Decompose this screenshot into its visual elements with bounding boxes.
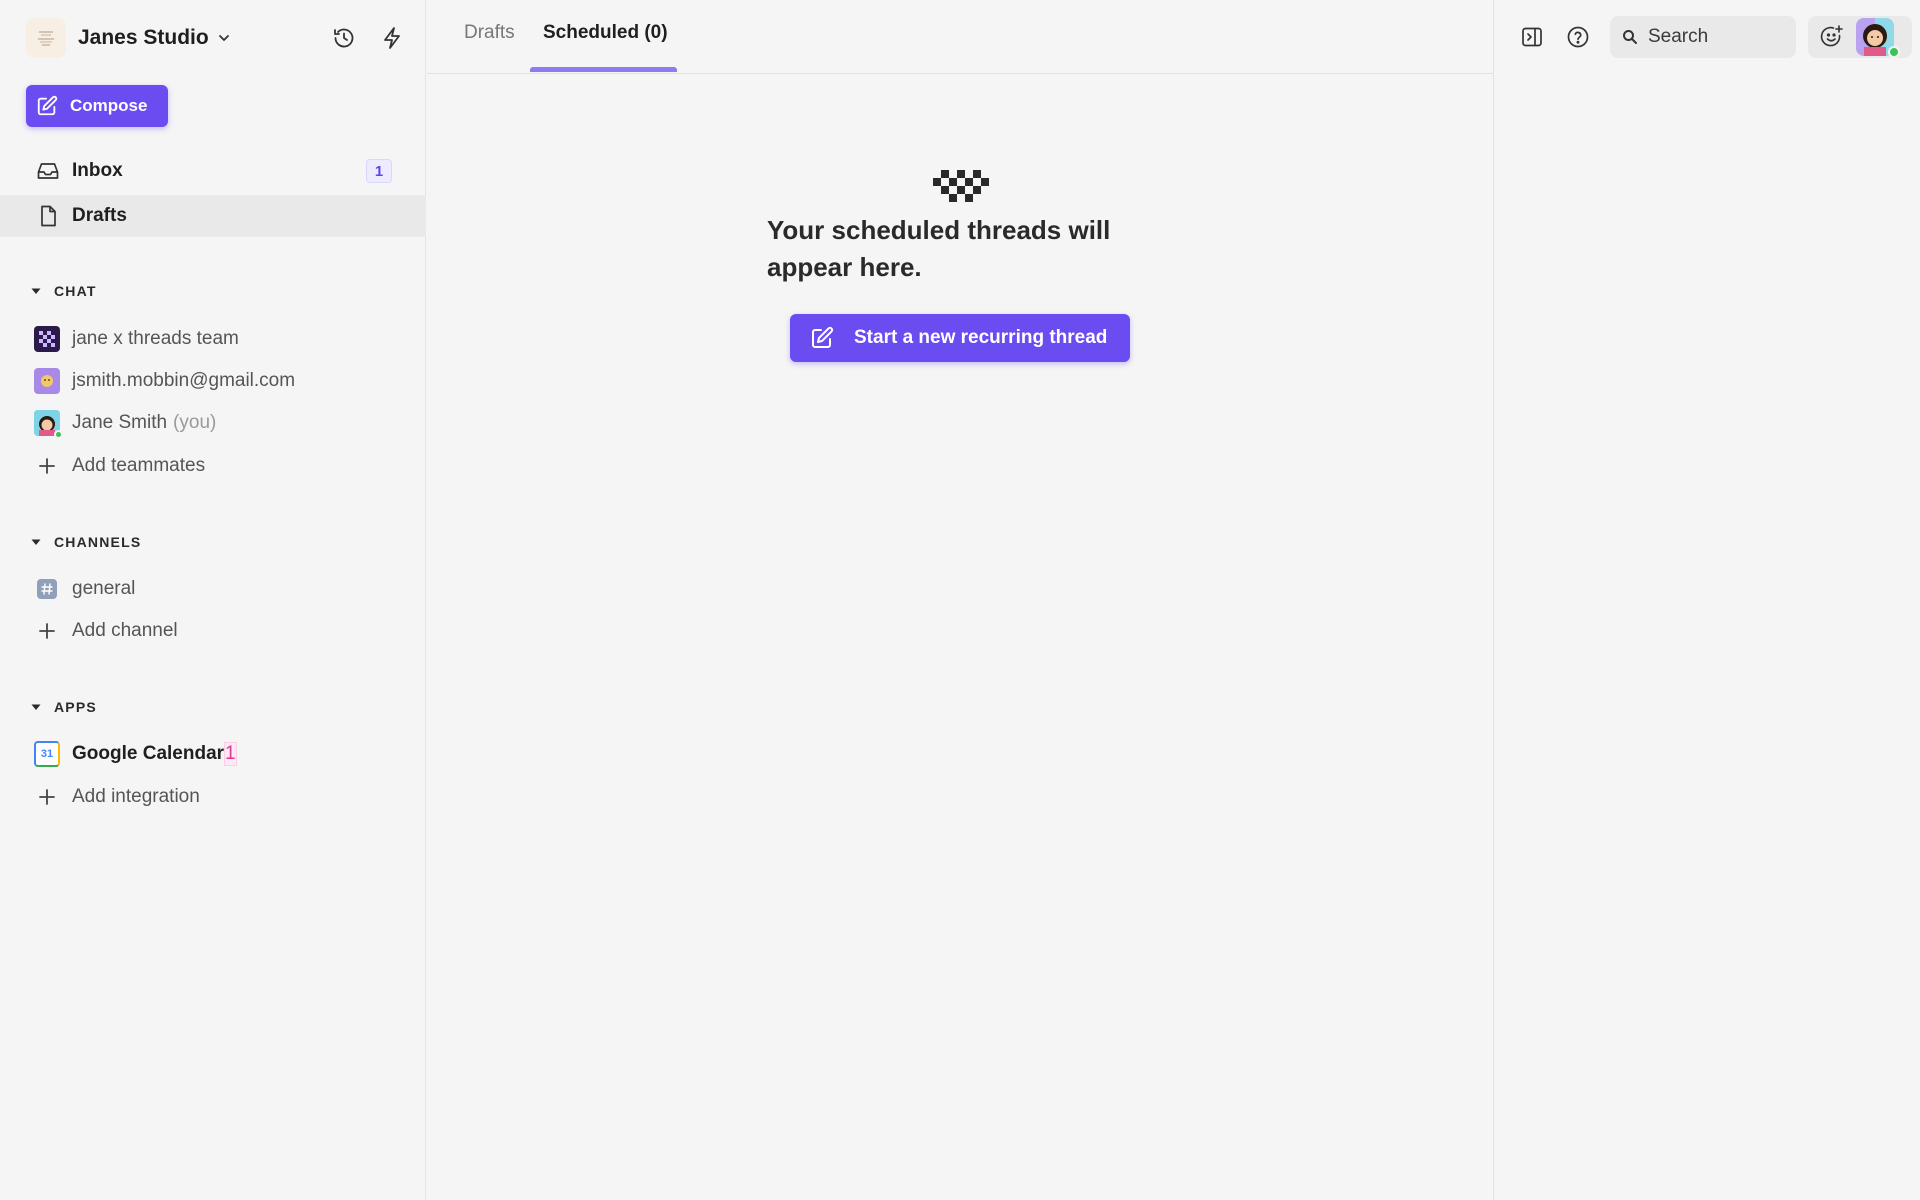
nav-item-inbox[interactable]: Inbox 1: [0, 150, 426, 192]
chat-item-label: jsmith.mobbin@gmail.com: [72, 370, 296, 391]
compose-label: Compose: [70, 96, 148, 115]
cta-label: Start a new recurring thread: [854, 327, 1108, 348]
compose-icon: [37, 95, 58, 116]
add-teammates-label: Add teammates: [72, 455, 206, 476]
tab-bar: Drafts Scheduled (0): [427, 0, 1493, 74]
search-input[interactable]: Search: [1610, 16, 1796, 58]
workspace-actions: [330, 24, 406, 52]
panel-toggle-icon[interactable]: [1518, 23, 1546, 51]
nav-label: Drafts: [72, 205, 127, 226]
channel-item-general[interactable]: general: [0, 570, 426, 608]
chevron-down-icon[interactable]: [217, 31, 231, 45]
chat-item-team[interactable]: jane x threads team: [0, 320, 426, 358]
plus-icon: [34, 453, 60, 479]
empty-state-title: Your scheduled threads will appear here.: [767, 215, 1111, 282]
sidebar: Janes Studio Compose Inbox 1 Drafts CHAT…: [0, 0, 426, 1200]
chat-item-user[interactable]: jsmith.mobbin@gmail.com: [0, 362, 426, 400]
hash-icon: [37, 579, 57, 599]
lightning-icon[interactable]: [378, 24, 406, 52]
section-header-apps[interactable]: APPS: [30, 697, 97, 717]
caret-down-icon: [31, 539, 41, 545]
add-integration-button[interactable]: Add integration: [0, 778, 426, 816]
calendar-day: 31: [40, 748, 54, 760]
channel-label: general: [72, 578, 136, 599]
you-suffix: (you): [173, 412, 217, 433]
app-item-google-calendar[interactable]: 31 Google Calendar 1: [0, 735, 426, 773]
online-status-dot: [54, 430, 63, 439]
workspace-logo[interactable]: [26, 18, 66, 58]
unread-badge: 1: [366, 159, 392, 183]
add-channel-button[interactable]: Add channel: [0, 612, 426, 650]
online-status-dot: [1888, 46, 1900, 58]
nav-item-drafts[interactable]: Drafts: [0, 195, 426, 237]
profile-group: [1808, 16, 1912, 58]
right-panel: Search: [1493, 0, 1920, 1200]
section-title: APPS: [54, 699, 97, 715]
threads-logo-icon: [933, 170, 989, 202]
compose-icon: [812, 326, 834, 348]
active-tab-indicator: [530, 67, 677, 72]
add-integration-label: Add integration: [72, 786, 200, 807]
plus-icon: [34, 784, 60, 810]
start-recurring-thread-button[interactable]: Start a new recurring thread: [790, 314, 1130, 362]
chat-item-label: jane x threads team: [72, 328, 239, 349]
status-emoji-icon[interactable]: [1818, 23, 1846, 51]
team-avatar: [34, 326, 60, 352]
tab-drafts[interactable]: Drafts: [464, 22, 515, 52]
add-channel-label: Add channel: [72, 620, 178, 641]
app-label: Google Calendar: [72, 743, 225, 764]
section-title: CHAT: [54, 283, 97, 299]
plus-icon: [34, 618, 60, 644]
caret-down-icon: [31, 288, 41, 294]
document-icon: [36, 204, 60, 228]
main-content: Drafts Scheduled (0) Your scheduled thre…: [427, 0, 1493, 1200]
tab-scheduled[interactable]: Scheduled (0): [543, 22, 668, 52]
chat-item-label: Jane Smith: [72, 412, 168, 433]
workspace-header: Janes Studio: [26, 14, 406, 62]
section-title: CHANNELS: [54, 534, 142, 550]
workspace-name[interactable]: Janes Studio: [78, 26, 209, 50]
chat-item-self[interactable]: Jane Smith (you): [0, 404, 426, 442]
search-placeholder: Search: [1648, 26, 1709, 47]
inbox-icon: [36, 159, 60, 183]
user-avatar: [34, 368, 60, 394]
search-icon: [1623, 30, 1637, 44]
history-icon[interactable]: [330, 24, 358, 52]
caret-down-icon: [31, 704, 41, 710]
help-icon[interactable]: [1564, 23, 1592, 51]
add-teammates-button[interactable]: Add teammates: [0, 447, 426, 485]
top-toolbar: Search: [1494, 14, 1920, 60]
compose-button[interactable]: Compose: [26, 85, 168, 127]
calendar-icon: 31: [34, 741, 60, 767]
app-badge: 1: [224, 742, 237, 766]
section-header-channels[interactable]: CHANNELS: [30, 532, 141, 552]
section-header-chat[interactable]: CHAT: [30, 281, 97, 301]
self-avatar: [34, 410, 63, 439]
nav-label: Inbox: [72, 160, 123, 181]
